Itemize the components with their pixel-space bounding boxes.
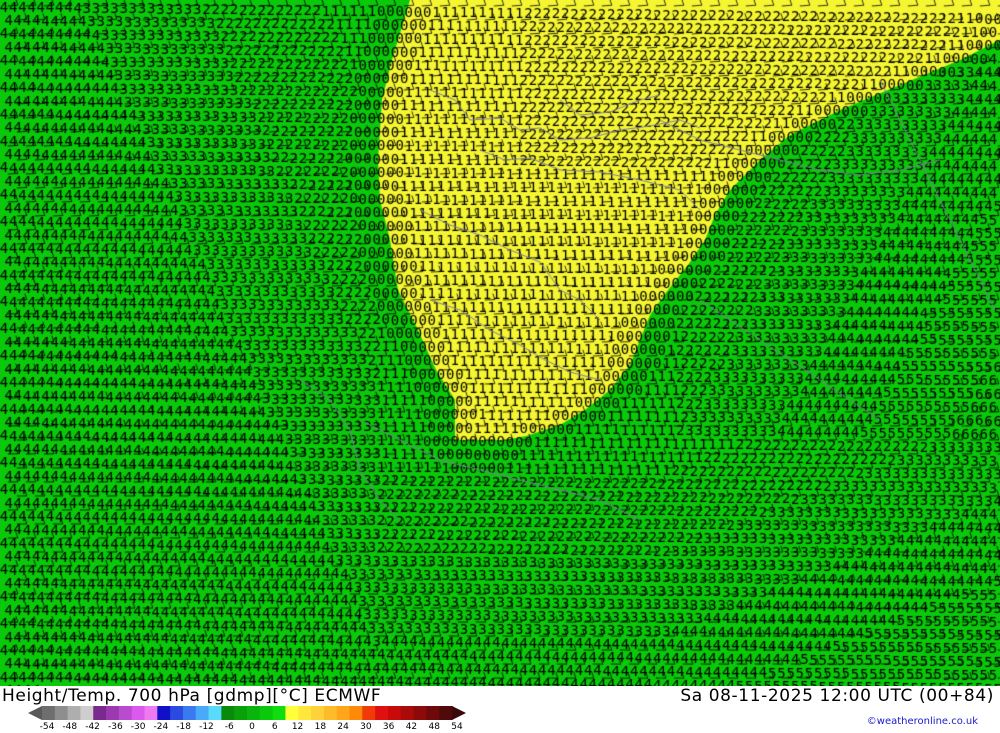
colorbar-swatch xyxy=(413,706,427,720)
colorbar-swatch xyxy=(298,706,312,720)
colorbar-tick-label: -30 xyxy=(130,722,146,732)
colorbar-swatch xyxy=(311,706,325,720)
colorbar-tick-label: 6 xyxy=(271,722,278,732)
colorbar-tick-label: -36 xyxy=(107,722,123,732)
colorbar-swatch xyxy=(54,706,69,720)
colorbar-swatch xyxy=(195,706,210,720)
colorbar-swatch xyxy=(285,706,299,720)
colorbar-tick-label: 48 xyxy=(428,722,440,732)
colorbar-swatch xyxy=(272,706,287,720)
colorbar-swatch xyxy=(67,706,82,720)
colorbar-tick-label: -12 xyxy=(199,722,214,732)
colorbar-tick-label: 30 xyxy=(360,722,372,732)
colorbar-swatch xyxy=(118,706,133,720)
colorbar-swatch xyxy=(259,706,274,720)
colorbar-swatch xyxy=(157,706,171,720)
colorbar-tick-label: -54 xyxy=(39,722,55,732)
colorbar-tick-label: 12 xyxy=(291,722,304,732)
colorbar-swatch xyxy=(106,706,120,720)
weather-map xyxy=(0,0,1000,686)
colorbar-swatch xyxy=(247,706,261,720)
colorbar-tick-label: -6 xyxy=(224,722,234,732)
colorbar-swatch xyxy=(42,706,56,720)
credit-link[interactable]: ©weatheronline.co.uk xyxy=(867,716,978,727)
colorbar-tick-label: 54 xyxy=(451,722,463,732)
colorbar-swatch xyxy=(349,706,363,720)
colorbar-tick-label: -42 xyxy=(85,722,100,732)
colorbar-swatch xyxy=(426,706,440,720)
map-footer: Height/Temp. 700 hPa [gdmp][°C] ECMWF Sa… xyxy=(0,686,1000,733)
colorbar-swatch xyxy=(375,706,389,720)
colorbar-tick-label: 18 xyxy=(314,722,327,732)
colorbar-swatch xyxy=(387,706,402,720)
colorbar-swatch xyxy=(439,706,453,720)
map-title: Height/Temp. 700 hPa [gdmp][°C] ECMWF xyxy=(2,686,382,706)
colorbar-swatch xyxy=(362,706,376,720)
colorbar-tick-label: -18 xyxy=(176,722,192,732)
colorbar-tick-labels: -54 -48 -42 -36 -30 -24 -18 -12 -6 0 6 12 18 24 30 36 42… xyxy=(33,722,473,733)
colorbar-tick-label: 42 xyxy=(405,722,418,732)
colorbar-tick-label: 24 xyxy=(337,722,349,732)
colorbar-swatch xyxy=(170,706,184,720)
colorbar-swatch xyxy=(131,706,146,720)
colorbar-tick-label: -24 xyxy=(153,722,169,732)
colorbar-left-arrow xyxy=(28,706,42,720)
colorbar-tick-label: 36 xyxy=(382,722,395,732)
colorbar-swatch xyxy=(80,706,94,720)
colorbar-swatch xyxy=(400,706,415,720)
colorbar-swatch xyxy=(182,706,197,720)
colorbar-swatch xyxy=(323,706,338,720)
colorbar-swatch xyxy=(208,706,222,720)
colorbar-swatch xyxy=(144,706,158,720)
temperature-colorbar xyxy=(28,706,466,720)
colorbar-tick-label: 0 xyxy=(249,722,255,732)
colorbar-swatch xyxy=(221,706,235,720)
colorbar-swatch xyxy=(234,706,248,720)
colorbar-right-arrow xyxy=(452,706,466,720)
colorbar-swatch xyxy=(93,706,107,720)
colorbar-tick-label: -48 xyxy=(62,722,78,732)
forecast-datetime: Sa 08-11-2025 12:00 UTC (00+84) xyxy=(680,686,994,706)
colorbar-swatch xyxy=(336,706,351,720)
